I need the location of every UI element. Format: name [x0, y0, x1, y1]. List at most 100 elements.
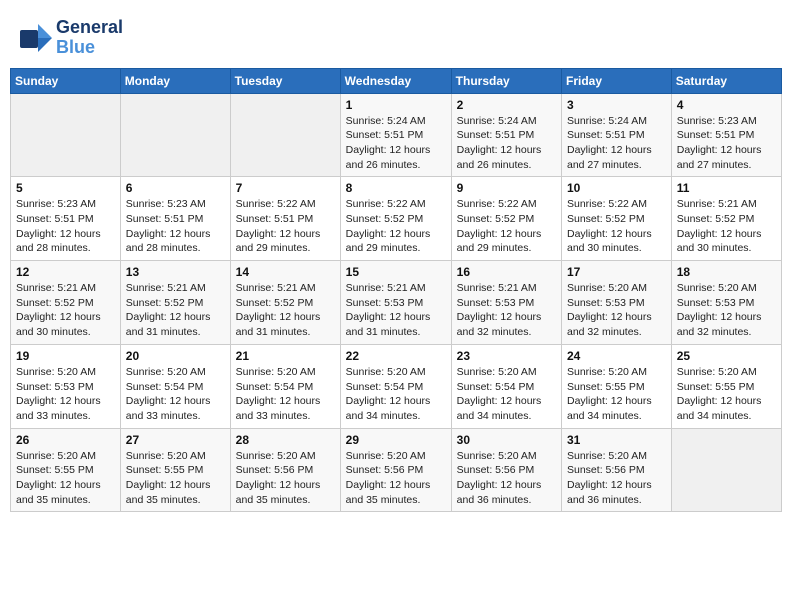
calendar-header: SundayMondayTuesdayWednesdayThursdayFrid… — [11, 68, 782, 93]
day-info: Sunrise: 5:20 AMSunset: 5:56 PMDaylight:… — [457, 449, 556, 508]
day-info: Sunrise: 5:20 AMSunset: 5:56 PMDaylight:… — [567, 449, 666, 508]
day-info: Sunrise: 5:20 AMSunset: 5:55 PMDaylight:… — [677, 365, 776, 424]
day-number: 31 — [567, 433, 666, 447]
day-number: 11 — [677, 181, 776, 195]
calendar-cell: 14 Sunrise: 5:21 AMSunset: 5:52 PMDayligh… — [230, 261, 340, 345]
day-number: 14 — [236, 265, 335, 279]
calendar-cell: 16Sunrise: 5:21 AMSunset: 5:53 PMDayligh… — [451, 261, 561, 345]
day-info: Sunrise: 5:22 AMSunset: 5:51 PMDaylight:… — [236, 197, 335, 256]
day-info: Sunrise: 5:24 AMSunset: 5:51 PMDaylight:… — [567, 114, 666, 173]
day-info: Sunrise: 5:22 AMSunset: 5:52 PMDaylight:… — [457, 197, 556, 256]
calendar-table: SundayMondayTuesdayWednesdayThursdayFrid… — [10, 68, 782, 513]
day-number: 5 — [16, 181, 115, 195]
day-number: 23 — [457, 349, 556, 363]
day-number: 13 — [126, 265, 225, 279]
logo: GeneralBlue — [20, 18, 123, 58]
calendar-cell: 1Sunrise: 5:24 AMSunset: 5:51 PMDaylight… — [340, 93, 451, 177]
day-number: 24 — [567, 349, 666, 363]
day-info: Sunrise: 5:20 AMSunset: 5:54 PMDaylight:… — [346, 365, 446, 424]
day-info: Sunrise: 5:20 AMSunset: 5:53 PMDaylight:… — [567, 281, 666, 340]
logo-name: GeneralBlue — [56, 18, 123, 58]
day-number: 3 — [567, 98, 666, 112]
calendar-cell: 6 Sunrise: 5:23 AMSunset: 5:51 PMDaylight… — [120, 177, 230, 261]
day-number: 25 — [677, 349, 776, 363]
day-info: Sunrise: 5:20 AMSunset: 5:54 PMDaylight:… — [236, 365, 335, 424]
day-number: 30 — [457, 433, 556, 447]
weekday-header-monday: Monday — [120, 68, 230, 93]
weekday-header-tuesday: Tuesday — [230, 68, 340, 93]
calendar-week-2: 5 Sunrise: 5:23 AMSunset: 5:51 PMDaylight… — [11, 177, 782, 261]
day-info: Sunrise: 5:20 AMSunset: 5:56 PMDaylight:… — [346, 449, 446, 508]
day-info: Sunrise: 5:20 AMSunset: 5:55 PMDaylight:… — [16, 449, 115, 508]
calendar-cell: 30 Sunrise: 5:20 AMSunset: 5:56 PMDayligh… — [451, 428, 561, 512]
day-info: Sunrise: 5:21 AMSunset: 5:53 PMDaylight:… — [346, 281, 446, 340]
calendar-cell: 4 Sunrise: 5:23 AMSunset: 5:51 PMDaylight… — [671, 93, 781, 177]
day-info: Sunrise: 5:21 AMSunset: 5:52 PMDaylight:… — [677, 197, 776, 256]
day-info: Sunrise: 5:24 AMSunset: 5:51 PMDaylight:… — [346, 114, 446, 173]
weekday-header-sunday: Sunday — [11, 68, 121, 93]
day-info: Sunrise: 5:21 AMSunset: 5:52 PMDaylight:… — [16, 281, 115, 340]
day-number: 10 — [567, 181, 666, 195]
weekday-header-friday: Friday — [562, 68, 672, 93]
day-info: Sunrise: 5:20 AMSunset: 5:54 PMDaylight:… — [126, 365, 225, 424]
calendar-cell: 8 Sunrise: 5:22 AMSunset: 5:52 PMDaylight… — [340, 177, 451, 261]
calendar-cell — [120, 93, 230, 177]
calendar-cell: 26Sunrise: 5:20 AMSunset: 5:55 PMDayligh… — [11, 428, 121, 512]
calendar-cell: 24 Sunrise: 5:20 AMSunset: 5:55 PMDayligh… — [562, 344, 672, 428]
calendar-week-1: 1Sunrise: 5:24 AMSunset: 5:51 PMDaylight… — [11, 93, 782, 177]
calendar-cell — [671, 428, 781, 512]
day-info: Sunrise: 5:22 AMSunset: 5:52 PMDaylight:… — [346, 197, 446, 256]
day-info: Sunrise: 5:20 AMSunset: 5:53 PMDaylight:… — [677, 281, 776, 340]
day-info: Sunrise: 5:20 AMSunset: 5:55 PMDaylight:… — [567, 365, 666, 424]
day-info: Sunrise: 5:21 AMSunset: 5:52 PMDaylight:… — [236, 281, 335, 340]
calendar-cell: 20 Sunrise: 5:20 AMSunset: 5:54 PMDayligh… — [120, 344, 230, 428]
day-number: 12 — [16, 265, 115, 279]
header: GeneralBlue — [10, 10, 782, 62]
calendar-cell: 21 Sunrise: 5:20 AMSunset: 5:54 PMDayligh… — [230, 344, 340, 428]
calendar-cell: 29Sunrise: 5:20 AMSunset: 5:56 PMDayligh… — [340, 428, 451, 512]
calendar-cell: 17 Sunrise: 5:20 AMSunset: 5:53 PMDayligh… — [562, 261, 672, 345]
weekday-header-thursday: Thursday — [451, 68, 561, 93]
calendar-cell: 15Sunrise: 5:21 AMSunset: 5:53 PMDayligh… — [340, 261, 451, 345]
calendar-cell: 28 Sunrise: 5:20 AMSunset: 5:56 PMDayligh… — [230, 428, 340, 512]
logo-icon — [20, 24, 52, 52]
day-number: 6 — [126, 181, 225, 195]
calendar-cell: 2Sunrise: 5:24 AMSunset: 5:51 PMDaylight… — [451, 93, 561, 177]
calendar-body: 1Sunrise: 5:24 AMSunset: 5:51 PMDaylight… — [11, 93, 782, 512]
day-info: Sunrise: 5:21 AMSunset: 5:53 PMDaylight:… — [457, 281, 556, 340]
calendar-cell: 27Sunrise: 5:20 AMSunset: 5:55 PMDayligh… — [120, 428, 230, 512]
day-info: Sunrise: 5:20 AMSunset: 5:55 PMDaylight:… — [126, 449, 225, 508]
calendar-cell — [230, 93, 340, 177]
calendar-cell: 22Sunrise: 5:20 AMSunset: 5:54 PMDayligh… — [340, 344, 451, 428]
calendar-week-3: 12 Sunrise: 5:21 AMSunset: 5:52 PMDayligh… — [11, 261, 782, 345]
day-info: Sunrise: 5:23 AMSunset: 5:51 PMDaylight:… — [126, 197, 225, 256]
calendar-cell: 12 Sunrise: 5:21 AMSunset: 5:52 PMDayligh… — [11, 261, 121, 345]
calendar-cell: 3 Sunrise: 5:24 AMSunset: 5:51 PMDaylight… — [562, 93, 672, 177]
weekday-header-saturday: Saturday — [671, 68, 781, 93]
day-number: 8 — [346, 181, 446, 195]
weekday-header-row: SundayMondayTuesdayWednesdayThursdayFrid… — [11, 68, 782, 93]
calendar-cell: 9Sunrise: 5:22 AMSunset: 5:52 PMDaylight… — [451, 177, 561, 261]
weekday-header-wednesday: Wednesday — [340, 68, 451, 93]
day-info: Sunrise: 5:20 AMSunset: 5:56 PMDaylight:… — [236, 449, 335, 508]
day-number: 17 — [567, 265, 666, 279]
day-number: 18 — [677, 265, 776, 279]
day-number: 21 — [236, 349, 335, 363]
day-info: Sunrise: 5:22 AMSunset: 5:52 PMDaylight:… — [567, 197, 666, 256]
calendar-cell: 11 Sunrise: 5:21 AMSunset: 5:52 PMDayligh… — [671, 177, 781, 261]
calendar-cell: 5 Sunrise: 5:23 AMSunset: 5:51 PMDaylight… — [11, 177, 121, 261]
day-number: 28 — [236, 433, 335, 447]
calendar-cell: 7 Sunrise: 5:22 AMSunset: 5:51 PMDaylight… — [230, 177, 340, 261]
calendar-cell: 13 Sunrise: 5:21 AMSunset: 5:52 PMDayligh… — [120, 261, 230, 345]
day-number: 2 — [457, 98, 556, 112]
calendar-cell: 10 Sunrise: 5:22 AMSunset: 5:52 PMDayligh… — [562, 177, 672, 261]
day-number: 7 — [236, 181, 335, 195]
day-info: Sunrise: 5:23 AMSunset: 5:51 PMDaylight:… — [677, 114, 776, 173]
calendar-cell: 19Sunrise: 5:20 AMSunset: 5:53 PMDayligh… — [11, 344, 121, 428]
day-number: 4 — [677, 98, 776, 112]
calendar-cell: 23Sunrise: 5:20 AMSunset: 5:54 PMDayligh… — [451, 344, 561, 428]
calendar-cell: 31 Sunrise: 5:20 AMSunset: 5:56 PMDayligh… — [562, 428, 672, 512]
day-info: Sunrise: 5:23 AMSunset: 5:51 PMDaylight:… — [16, 197, 115, 256]
day-number: 20 — [126, 349, 225, 363]
day-info: Sunrise: 5:21 AMSunset: 5:52 PMDaylight:… — [126, 281, 225, 340]
